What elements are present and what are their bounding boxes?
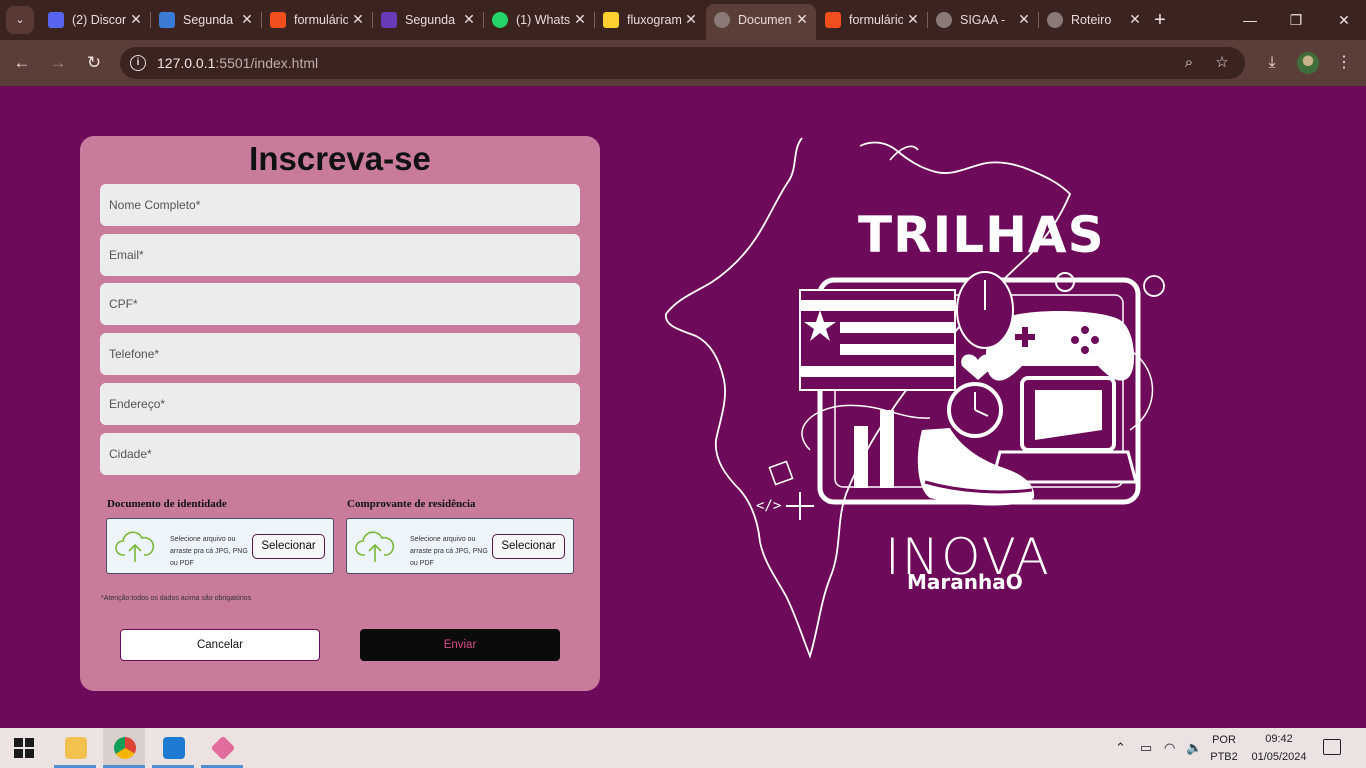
close-icon[interactable]: ✕: [905, 11, 921, 27]
city-field[interactable]: [100, 433, 580, 475]
tab-whatsapp[interactable]: (1) WhatsApp ✕: [484, 4, 594, 36]
required-warning: *Atenção:todos os dados acima são obriga…: [101, 595, 252, 602]
tab-title: fluxograma: [627, 13, 681, 27]
figma-icon: [270, 12, 286, 28]
close-icon[interactable]: ✕: [794, 11, 810, 27]
keyboard-layout[interactable]: PTB2: [1208, 751, 1240, 763]
globe-icon: [714, 12, 730, 28]
close-icon[interactable]: ✕: [350, 11, 366, 27]
notification-icon[interactable]: [1323, 739, 1341, 755]
taskbar: ⌃ ▭ ◠ 🔈 POR PTB2 09:42 01/05/2024: [0, 728, 1366, 768]
tab-title: (1) WhatsApp: [516, 13, 570, 27]
tab-search-button[interactable]: ⌄: [6, 6, 34, 34]
browser-toolbar: ← → ↻ i 127.0.0.1:5501/index.html ⌕ ☆ ⤓ …: [0, 40, 1366, 86]
file-explorer-icon[interactable]: [54, 728, 96, 768]
clock-time[interactable]: 09:42: [1246, 733, 1312, 745]
select-file-button[interactable]: Selecionar: [492, 534, 565, 559]
submit-button[interactable]: Enviar: [360, 629, 560, 661]
clock-date[interactable]: 01/05/2024: [1246, 751, 1312, 763]
wifi-icon[interactable]: ◠: [1164, 740, 1175, 756]
star-icon[interactable]: ☆: [1212, 53, 1232, 73]
url-text[interactable]: 127.0.0.1:5501/index.html: [157, 55, 318, 71]
volume-icon[interactable]: 🔈: [1186, 740, 1202, 756]
email-field[interactable]: [100, 234, 580, 276]
battery-icon[interactable]: ▭: [1140, 740, 1152, 756]
tab-roteiro[interactable]: Roteiro ✕: [1039, 4, 1149, 36]
close-icon[interactable]: ✕: [239, 11, 255, 27]
id-document-label: Documento de identidade: [107, 498, 227, 510]
close-icon[interactable]: ✕: [1016, 11, 1032, 27]
monitor-icon: [159, 12, 175, 28]
signup-card: Inscreva-se Documento de identidade Sele…: [80, 136, 600, 691]
discord-icon: [48, 12, 64, 28]
zoom-icon[interactable]: ⌕: [1179, 53, 1199, 73]
vscode-icon[interactable]: [152, 728, 194, 768]
upload-hint: Selecione arquivo ou arraste pra cá JPG,…: [410, 536, 488, 567]
select-file-button[interactable]: Selecionar: [252, 534, 325, 559]
chevron-up-icon[interactable]: ⌃: [1115, 740, 1126, 756]
back-button[interactable]: ←: [11, 52, 33, 74]
tab-document-active[interactable]: Document ✕: [706, 4, 816, 40]
address-field[interactable]: [100, 383, 580, 425]
tab-title: Roteiro: [1071, 13, 1112, 27]
maranhao-brand: MaranhaO: [907, 570, 1023, 594]
residence-proof-label: Comprovante de residência: [347, 498, 476, 510]
tab-title: formulário: [849, 13, 903, 27]
profile-avatar[interactable]: [1297, 52, 1319, 74]
form-icon: [381, 12, 397, 28]
address-bar[interactable]: i 127.0.0.1:5501/index.html ⌕ ☆: [120, 47, 1245, 79]
page-title: Inscreva-se: [249, 140, 431, 177]
chrome-icon[interactable]: [103, 728, 145, 768]
trilhas-title: TRILHAS: [858, 206, 1105, 264]
cpf-field[interactable]: [100, 283, 580, 325]
tab-figma-2[interactable]: formulário ✕: [817, 4, 927, 36]
close-icon[interactable]: ✕: [683, 11, 699, 27]
git-icon[interactable]: [201, 728, 243, 768]
forward-button[interactable]: →: [47, 52, 69, 74]
residence-proof-dropzone[interactable]: Selecione arquivo ou arraste pra cá JPG,…: [346, 518, 574, 574]
tab-segunda-1[interactable]: Segunda ✕: [151, 4, 261, 36]
tab-discord[interactable]: (2) Discord ✕: [40, 4, 150, 36]
phone-field[interactable]: [100, 333, 580, 375]
language-indicator[interactable]: POR: [1208, 734, 1240, 746]
minimize-button[interactable]: —: [1240, 10, 1260, 30]
download-icon[interactable]: ⤓: [1261, 52, 1283, 74]
cloud-upload-icon: [115, 531, 155, 562]
restore-button[interactable]: ❐: [1286, 10, 1306, 30]
tab-title: Document: [738, 13, 792, 27]
close-icon[interactable]: ✕: [461, 11, 477, 27]
windows-start-icon[interactable]: [14, 738, 34, 758]
miro-icon: [603, 12, 619, 28]
tab-segunda-2[interactable]: Segunda ✕: [373, 4, 483, 36]
tab-title: formulário: [294, 13, 348, 27]
close-icon[interactable]: ✕: [128, 11, 144, 27]
cloud-upload-icon: [355, 531, 395, 562]
id-document-dropzone[interactable]: Selecione arquivo ou arraste pra cá JPG,…: [106, 518, 334, 574]
tab-miro[interactable]: fluxograma ✕: [595, 4, 705, 36]
tab-title: (2) Discord: [72, 13, 126, 27]
reload-button[interactable]: ↻: [83, 52, 105, 74]
upload-hint: Selecione arquivo ou arraste pra cá JPG,…: [170, 536, 248, 567]
close-icon[interactable]: ✕: [572, 11, 588, 27]
tab-title: Segunda: [405, 13, 456, 27]
whatsapp-icon: [492, 12, 508, 28]
figma-icon: [825, 12, 841, 28]
close-window-button[interactable]: ✕: [1334, 10, 1354, 30]
globe-icon: [936, 12, 952, 28]
code-tag-icon: </>: [756, 498, 781, 514]
menu-icon[interactable]: ⋮: [1333, 52, 1355, 74]
globe-icon: [1047, 12, 1063, 28]
tab-sigaa[interactable]: SIGAA - ✕: [928, 4, 1038, 36]
full-name-field[interactable]: [100, 184, 580, 226]
tab-title: Segunda: [183, 13, 234, 27]
tab-figma-1[interactable]: formulário ✕: [262, 4, 372, 36]
close-icon[interactable]: ✕: [1127, 11, 1143, 27]
new-tab-button[interactable]: +: [1150, 10, 1170, 30]
tab-title: SIGAA -: [960, 13, 1006, 27]
tab-strip: ⌄ (2) Discord ✕ Segunda ✕ formulário ✕ S…: [0, 0, 1366, 40]
site-info-icon[interactable]: i: [130, 55, 146, 71]
cancel-button[interactable]: Cancelar: [120, 629, 320, 661]
